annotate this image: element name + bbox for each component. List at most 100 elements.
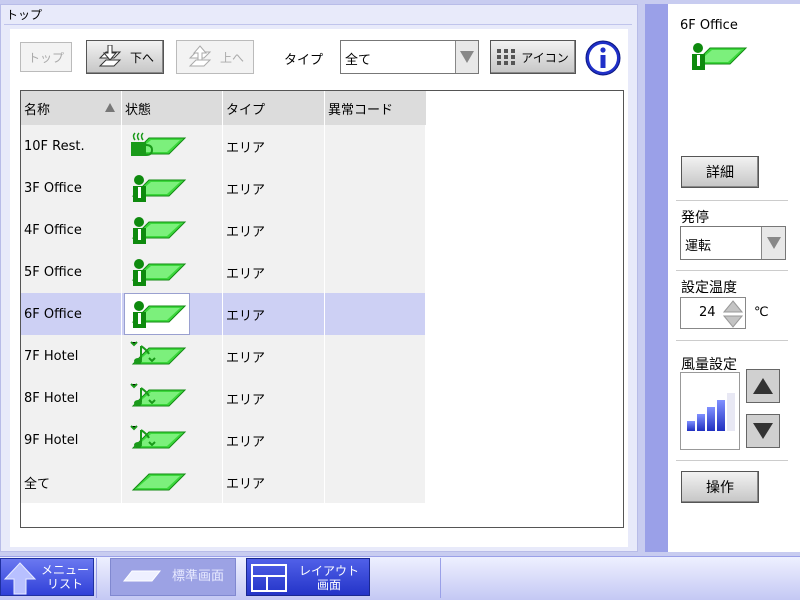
cell-status [122,125,223,167]
floor-plate-icon [122,570,162,582]
cell-error-code [325,419,426,461]
cell-error-code [325,377,426,419]
cell-name: 3F Office [21,167,122,209]
cell-error-code [325,461,426,503]
onoff-select[interactable]: 運転 [680,226,786,260]
cell-name-text: 全て [24,476,51,492]
cell-type: エリア [223,419,325,461]
table-row[interactable]: 9F Hotel エリア [21,419,426,461]
cell-type: エリア [223,377,325,419]
cell-status [122,293,223,335]
operate-button-label: 操作 [706,480,734,496]
top-button[interactable]: トップ [20,42,72,72]
detail-button[interactable]: 詳細 [681,156,759,188]
cell-name-text: 5F Office [24,264,82,280]
up-button[interactable]: 上へ [176,40,254,74]
cell-status [122,251,223,293]
cell-name-text: 6F Office [24,306,82,322]
cell-status [122,461,223,503]
set-temperature-label: 設定温度 [681,280,737,296]
temperature-stepper[interactable]: 24 [680,297,746,329]
table-row[interactable]: 10F Rest. エリア [21,125,426,167]
fan-speed-down-button[interactable] [746,414,780,448]
type-filter-select[interactable]: 全て [340,40,479,74]
temperature-up-down-icon[interactable] [723,300,743,328]
operate-button[interactable]: 操作 [681,471,759,503]
layout-screen-label-2: 画面 [316,578,341,592]
cell-status [122,209,223,251]
menu-list-button[interactable]: メニュー リスト [0,558,94,596]
cell-type-text: エリア [226,266,266,282]
cell-error-code [325,209,426,251]
office-area-icon [125,252,189,292]
cell-name: 全て [21,461,122,503]
cell-status [122,167,223,209]
fan-speed-gauge [680,372,740,450]
restaurant-area-icon [125,126,189,166]
column-header-status-label: 状態 [125,102,152,118]
divider [676,200,788,201]
title-divider [4,24,632,25]
table-row[interactable]: 全て エリア [21,461,426,503]
chevron-down-icon[interactable] [455,41,478,73]
down-button-label: 下へ [129,50,154,65]
grid-icon [497,49,516,65]
cell-type: エリア [223,167,325,209]
fan-speed-bars-icon [687,393,735,431]
info-icon[interactable] [585,40,621,76]
table-row[interactable]: 8F Hotel エリア [21,377,426,419]
table-row[interactable]: 3F Office エリア [21,167,426,209]
divider [676,340,788,341]
cell-type: エリア [223,293,325,335]
icon-view-button[interactable]: アイコン [490,40,576,74]
cell-type-text: エリア [226,140,266,156]
cell-error-code [325,167,426,209]
type-filter-label: タイプ [284,53,324,68]
cell-name-text: 10F Rest. [24,138,85,154]
move-down-icon [98,45,122,67]
column-header-error-code[interactable]: 異常コード [325,91,426,125]
cell-name: 5F Office [21,251,122,293]
cell-status [122,419,223,461]
column-header-status[interactable]: 状態 [122,91,223,125]
fan-speed-up-button[interactable] [746,369,780,403]
area-table: 名称 状態 タイプ 異常コード 10F Rest. エリア 3F Office エリア… [20,90,624,528]
onoff-label: 発停 [681,210,709,226]
cell-name: 8F Hotel [21,377,122,419]
type-filter-value: 全て [345,53,372,68]
table-row[interactable]: 5F Office エリア [21,251,426,293]
column-header-name[interactable]: 名称 [21,91,122,125]
cell-error-code [325,251,426,293]
column-header-type[interactable]: タイプ [223,91,325,125]
table-row[interactable]: 7F Hotel エリア [21,335,426,377]
cell-name: 7F Hotel [21,335,122,377]
cell-name: 10F Rest. [21,125,122,167]
cell-type-text: エリア [226,224,266,240]
table-row[interactable]: 6F Office エリア [21,293,426,335]
layout-screen-button[interactable]: レイアウト 画面 [246,558,370,596]
selected-area-name: 6F Office [680,18,738,33]
menu-list-label-2: リスト [46,577,83,591]
standard-screen-button[interactable]: 標準画面 [110,558,236,596]
temperature-unit: ℃ [754,305,769,320]
chevron-down-icon[interactable] [761,227,785,259]
column-header-name-label: 名称 [24,102,51,118]
arrow-down-icon [753,423,773,439]
icon-view-label: アイコン [521,50,569,65]
cell-error-code [325,335,426,377]
cell-error-code [325,125,426,167]
standard-screen-label: 標準画面 [171,569,224,584]
cell-type: エリア [223,209,325,251]
table-row[interactable]: 4F Office エリア [21,209,426,251]
divider [440,558,441,598]
down-button[interactable]: 下へ [86,40,164,74]
temperature-value: 24 [699,305,716,320]
cell-type: エリア [223,125,325,167]
cell-type: エリア [223,461,325,503]
up-button-label: 上へ [219,50,244,65]
cell-name-text: 8F Hotel [24,390,79,406]
cell-name: 6F Office [21,293,122,335]
cell-name-text: 9F Hotel [24,432,79,448]
all-area-icon [125,462,189,502]
page-title: トップ [6,8,43,22]
